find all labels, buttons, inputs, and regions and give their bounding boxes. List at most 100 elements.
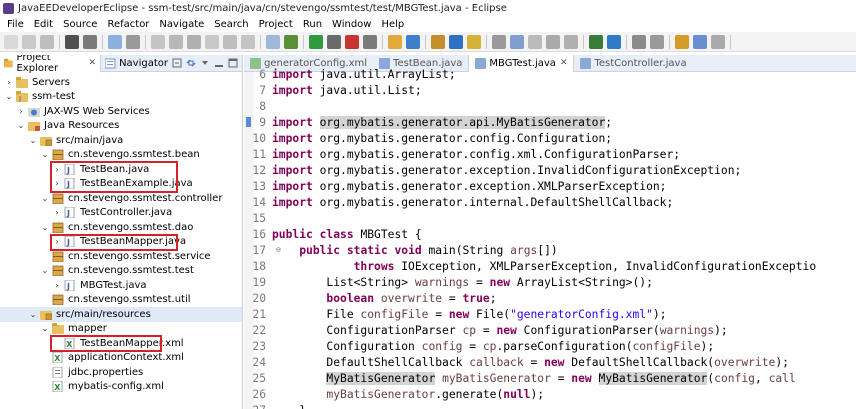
toolbar-tool-icon[interactable] xyxy=(187,34,201,49)
code-line[interactable]: 14 import org.mybatis.generator.internal.… xyxy=(244,194,673,210)
toolbar-tool-icon[interactable] xyxy=(363,34,377,49)
tree-item[interactable]: ⌄ src/main/resources xyxy=(0,307,242,322)
chevron-down-icon[interactable]: ⌄ xyxy=(40,324,50,334)
menu-navigate[interactable]: Navigate xyxy=(154,19,209,30)
tree-item[interactable]: › J MBGTest.java xyxy=(0,278,242,293)
code-line[interactable]: 19 List<String> warnings = new ArrayList… xyxy=(244,274,653,290)
code-line[interactable]: 23 Configuration config = cp.parseConfig… xyxy=(244,338,714,354)
link-with-editor-icon[interactable] xyxy=(186,58,196,68)
tree-item[interactable]: Xmybatis-config.xml xyxy=(0,380,242,395)
toolbar-tool-icon[interactable] xyxy=(449,34,463,49)
code-line[interactable]: 22 ConfigurationParser cp = new Configur… xyxy=(244,322,727,338)
code-line[interactable]: 27 } xyxy=(244,402,306,409)
toolbar-tool-icon[interactable] xyxy=(284,34,298,49)
menu-file[interactable]: File xyxy=(2,19,29,30)
toolbar-tool-icon[interactable] xyxy=(564,34,578,49)
toolbar-tool-icon[interactable] xyxy=(467,34,481,49)
menu-search[interactable]: Search xyxy=(209,19,253,30)
toolbar-tool-icon[interactable] xyxy=(546,34,560,49)
menu-source[interactable]: Source xyxy=(58,19,102,30)
code-area[interactable]: 6 import java.util.ArrayList; 7 import java… xyxy=(244,68,856,409)
tree-item[interactable]: XapplicationContext.xml xyxy=(0,351,242,366)
toolbar-tool-icon[interactable] xyxy=(406,34,420,49)
chevron-down-icon[interactable]: ⌄ xyxy=(40,193,50,203)
code-line[interactable]: 13 import org.mybatis.generator.exception… xyxy=(244,178,666,194)
close-icon[interactable]: ✕ xyxy=(560,58,568,68)
editor-tab[interactable]: MBGTest.java ✕ xyxy=(468,55,575,72)
chevron-right-icon[interactable]: › xyxy=(52,237,62,247)
toolbar-tool-icon[interactable] xyxy=(266,34,280,49)
toolbar-tool-icon[interactable] xyxy=(388,34,402,49)
code-line[interactable]: 15 xyxy=(244,210,272,226)
chevron-down-icon[interactable]: ⌄ xyxy=(4,92,14,102)
chevron-right-icon[interactable]: › xyxy=(52,208,62,218)
menu-help[interactable]: Help xyxy=(376,19,409,30)
toolbar-tool-icon[interactable] xyxy=(83,34,97,49)
toolbar-tool-icon[interactable] xyxy=(711,34,725,49)
code-line[interactable]: 25 MyBatisGenerator myBatisGenerator = n… xyxy=(244,370,796,386)
editor-tab[interactable]: TestController.java xyxy=(574,55,692,72)
code-line[interactable]: 24 DefaultShellCallback callback = new D… xyxy=(244,354,789,370)
toolbar-tool-icon[interactable] xyxy=(675,34,689,49)
toolbar-tool-icon[interactable] xyxy=(169,34,183,49)
tree-item[interactable]: cn.stevengo.ssmtest.service xyxy=(0,249,242,264)
tree-item[interactable]: ⌄ Jssm-test xyxy=(0,90,242,105)
menu-window[interactable]: Window xyxy=(327,19,376,30)
chevron-right-icon[interactable]: › xyxy=(4,77,14,87)
tree-item[interactable]: › J TestController.java xyxy=(0,206,242,221)
tree-item[interactable]: ⌄ cn.stevengo.ssmtest.dao xyxy=(0,220,242,235)
code-line[interactable]: 7 import java.util.List; xyxy=(244,82,421,98)
code-line[interactable]: 8 xyxy=(244,98,272,114)
chevron-right-icon[interactable]: › xyxy=(52,179,62,189)
tree-item[interactable]: › Servers xyxy=(0,75,242,90)
toolbar-tool-icon[interactable] xyxy=(309,34,323,49)
menu-project[interactable]: Project xyxy=(254,19,298,30)
code-line[interactable]: 20 boolean overwrite = true; xyxy=(244,290,496,306)
toolbar-tool-icon[interactable] xyxy=(126,34,140,49)
toolbar-tool-icon[interactable] xyxy=(607,34,621,49)
tab-navigator[interactable]: Navigator xyxy=(101,55,172,72)
toolbar-tool-icon[interactable] xyxy=(22,34,36,49)
toolbar-tool-icon[interactable] xyxy=(223,34,237,49)
chevron-down-icon[interactable]: ⌄ xyxy=(40,150,50,160)
chevron-right-icon[interactable]: › xyxy=(52,164,62,174)
tree-item[interactable]: ⌄ cn.stevengo.ssmtest.test xyxy=(0,264,242,279)
toolbar-tool-icon[interactable] xyxy=(589,34,603,49)
collapse-all-icon[interactable] xyxy=(172,58,182,68)
menu-refactor[interactable]: Refactor xyxy=(102,19,154,30)
tree-item[interactable]: X TestBeanMapper.xml xyxy=(0,336,242,351)
code-line[interactable]: 10 import org.mybatis.generator.config.Co… xyxy=(244,130,612,146)
toolbar-tool-icon[interactable] xyxy=(108,34,122,49)
chevron-right-icon[interactable]: › xyxy=(16,106,26,116)
maximize-icon[interactable] xyxy=(228,58,238,68)
toolbar-tool-icon[interactable] xyxy=(327,34,341,49)
fold-toggle-icon[interactable]: ⊖ xyxy=(276,245,281,254)
toolbar-tool-icon[interactable] xyxy=(528,34,542,49)
tree-item[interactable]: jdbc.properties xyxy=(0,365,242,380)
tab-project-explorer[interactable]: Project Explorer ✕ xyxy=(0,55,102,74)
chevron-down-icon[interactable]: ⌄ xyxy=(40,266,50,276)
toolbar-tool-icon[interactable] xyxy=(345,34,359,49)
tree-item[interactable]: ⌄ cn.stevengo.ssmtest.bean xyxy=(0,148,242,163)
view-menu-icon[interactable] xyxy=(200,58,210,68)
code-line[interactable]: 11 import org.mybatis.generator.config.xm… xyxy=(244,146,680,162)
code-line[interactable]: 9 import org.mybatis.generator.api.MyBati… xyxy=(244,114,612,130)
tree-item[interactable]: ⌄ Java Resources xyxy=(0,119,242,134)
tree-item[interactable]: › JAX-WS Web Services xyxy=(0,104,242,119)
tree-item[interactable]: › J TestBean.java xyxy=(0,162,242,177)
tree-item[interactable]: › J TestBeanExample.java xyxy=(0,177,242,192)
code-line[interactable]: 21 File configFile = new File("generator… xyxy=(244,306,666,322)
toolbar-tool-icon[interactable] xyxy=(241,34,255,49)
toolbar-tool-icon[interactable] xyxy=(510,34,524,49)
tree-item[interactable]: ⌄ cn.stevengo.ssmtest.controller xyxy=(0,191,242,206)
toolbar-tool-icon[interactable] xyxy=(151,34,165,49)
menu-run[interactable]: Run xyxy=(298,19,327,30)
chevron-down-icon[interactable]: ⌄ xyxy=(28,135,38,145)
toolbar-tool-icon[interactable] xyxy=(4,34,18,49)
code-line[interactable]: 12 import org.mybatis.generator.exception… xyxy=(244,162,741,178)
minimize-icon[interactable] xyxy=(214,58,224,68)
toolbar-tool-icon[interactable] xyxy=(40,34,54,49)
toolbar-tool-icon[interactable] xyxy=(632,34,646,49)
close-icon[interactable]: ✕ xyxy=(89,58,97,68)
toolbar-tool-icon[interactable] xyxy=(65,34,79,49)
